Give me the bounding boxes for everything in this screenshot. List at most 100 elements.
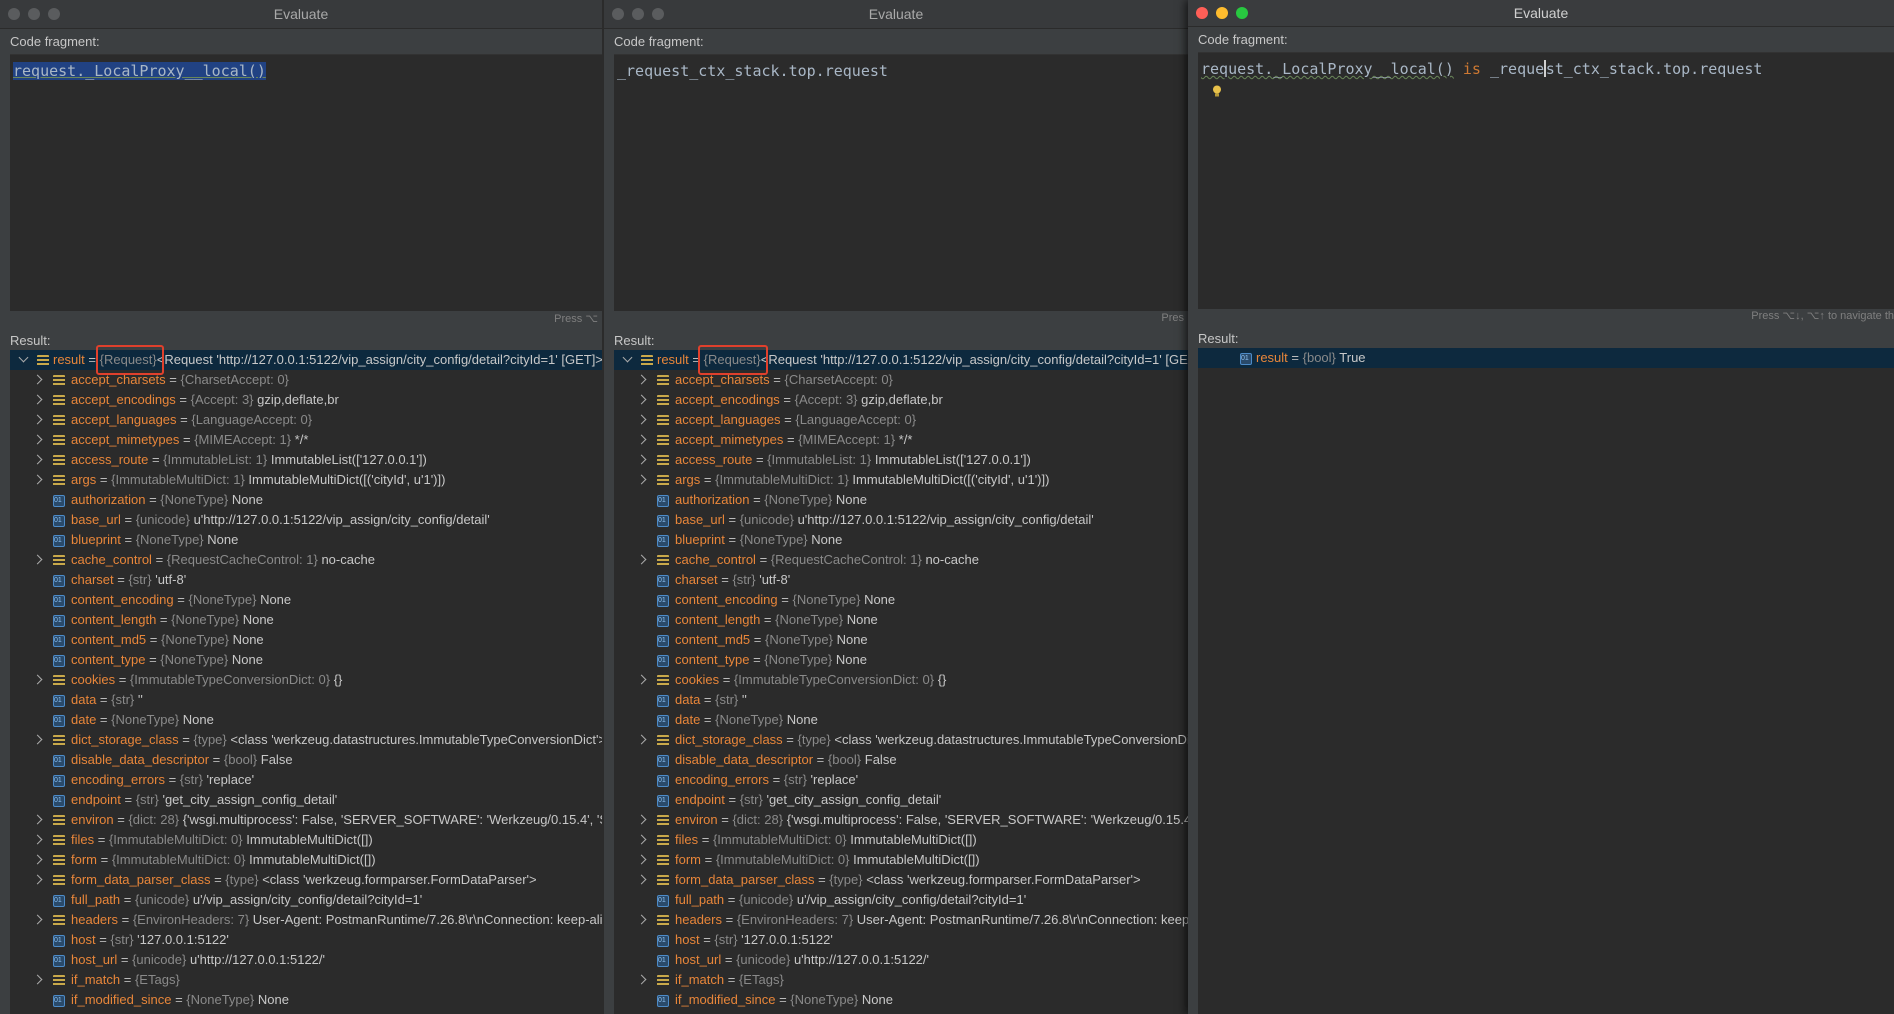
tree-row[interactable]: content_md5 = {NoneType} None — [614, 630, 1188, 651]
expand-arrow-icon[interactable] — [636, 434, 647, 445]
code-editor[interactable]: _request_ctx_stack.top.request — [614, 54, 1188, 311]
tree-row[interactable]: environ = {dict: 28} {'wsgi.multiprocess… — [10, 810, 602, 830]
tree-row[interactable]: date = {NoneType} None — [10, 710, 602, 731]
tree-row[interactable]: form = {ImmutableMultiDict: 0} Immutable… — [10, 850, 602, 870]
tree-row[interactable]: content_length = {NoneType} None — [10, 610, 602, 631]
tree-row[interactable]: host_url = {unicode} u'http://127.0.0.1:… — [614, 950, 1188, 971]
expand-arrow-icon[interactable] — [32, 834, 43, 845]
tree-row[interactable]: content_encoding = {NoneType} None — [614, 590, 1188, 611]
tree-row[interactable]: cookies = {ImmutableTypeConversionDict: … — [614, 670, 1188, 690]
tree-row[interactable]: files = {ImmutableMultiDict: 0} Immutabl… — [614, 830, 1188, 850]
expand-arrow-icon[interactable] — [32, 434, 43, 445]
expand-arrow-icon[interactable] — [32, 734, 43, 745]
tree-row[interactable]: base_url = {unicode} u'http://127.0.0.1:… — [10, 510, 602, 531]
tree-row[interactable]: endpoint = {str} 'get_city_assign_config… — [10, 790, 602, 811]
expand-arrow-icon[interactable] — [636, 854, 647, 865]
tree-row[interactable]: charset = {str} 'utf-8' — [614, 570, 1188, 591]
tree-row[interactable]: host = {str} '127.0.0.1:5122' — [614, 930, 1188, 951]
tree-row[interactable]: dict_storage_class = {type} <class 'werk… — [10, 730, 602, 750]
tree-row[interactable]: environ = {dict: 28} {'wsgi.multiprocess… — [614, 810, 1188, 830]
expand-arrow-icon[interactable] — [32, 474, 43, 485]
tree-row[interactable]: encoding_errors = {str} 'replace' — [10, 770, 602, 791]
tree-row[interactable]: charset = {str} 'utf-8' — [10, 570, 602, 591]
expand-arrow-icon[interactable] — [32, 554, 43, 565]
primitive-icon — [53, 511, 65, 531]
expand-arrow-icon[interactable] — [636, 834, 647, 845]
tree-row[interactable]: accept_encodings = {Accept: 3} gzip,defl… — [10, 390, 602, 410]
expand-arrow-icon[interactable] — [636, 974, 647, 985]
tree-row[interactable]: disable_data_descriptor = {bool} False — [10, 750, 602, 771]
tree-row[interactable]: files = {ImmutableMultiDict: 0} Immutabl… — [10, 830, 602, 850]
tree-row[interactable]: cookies = {ImmutableTypeConversionDict: … — [10, 670, 602, 690]
tree-row[interactable]: endpoint = {str} 'get_city_assign_config… — [614, 790, 1188, 811]
code-editor[interactable]: request._LocalProxy__local() — [10, 54, 602, 311]
expand-arrow-icon[interactable] — [636, 374, 647, 385]
expand-arrow-icon[interactable] — [636, 874, 647, 885]
tree-row[interactable]: if_modified_since = {NoneType} None — [614, 990, 1188, 1011]
tree-row[interactable]: authorization = {NoneType} None — [614, 490, 1188, 511]
expand-arrow-icon[interactable] — [32, 674, 43, 685]
tree-row[interactable]: data = {str} '' — [614, 690, 1188, 711]
expand-arrow-icon[interactable] — [636, 814, 647, 825]
expand-arrow-icon[interactable] — [636, 734, 647, 745]
collapse-arrow-icon[interactable] — [622, 352, 633, 363]
result-row[interactable]: result = {bool} True — [1198, 348, 1894, 369]
tree-row[interactable]: authorization = {NoneType} None — [10, 490, 602, 511]
expand-arrow-icon[interactable] — [32, 914, 43, 925]
expand-arrow-icon[interactable] — [32, 414, 43, 425]
expand-arrow-icon[interactable] — [636, 554, 647, 565]
tree-row[interactable]: content_md5 = {NoneType} None — [10, 630, 602, 651]
tree-row[interactable]: cache_control = {RequestCacheControl: 1}… — [614, 550, 1188, 570]
expand-arrow-icon[interactable] — [32, 874, 43, 885]
tree-row[interactable]: disable_data_descriptor = {bool} False — [614, 750, 1188, 771]
tree-row[interactable]: access_route = {ImmutableList: 1} Immuta… — [614, 450, 1188, 470]
tree-row[interactable]: content_encoding = {NoneType} None — [10, 590, 602, 611]
tree-row[interactable]: form = {ImmutableMultiDict: 0} Immutable… — [614, 850, 1188, 870]
expand-arrow-icon[interactable] — [636, 454, 647, 465]
tree-row[interactable]: full_path = {unicode} u'/vip_assign/city… — [10, 890, 602, 911]
tree-row[interactable]: blueprint = {NoneType} None — [614, 530, 1188, 551]
expand-arrow-icon[interactable] — [32, 454, 43, 465]
tree-row[interactable]: accept_mimetypes = {MIMEAccept: 1} */* — [614, 430, 1188, 450]
tree-row[interactable]: host_url = {unicode} u'http://127.0.0.1:… — [10, 950, 602, 971]
tree-row[interactable]: encoding_errors = {str} 'replace' — [614, 770, 1188, 791]
tree-row[interactable]: accept_languages = {LanguageAccept: 0} — [10, 410, 602, 430]
tree-row[interactable]: headers = {EnvironHeaders: 7} User-Agent… — [10, 910, 602, 930]
lightbulb-icon[interactable] — [1212, 85, 1222, 97]
tree-row[interactable]: accept_mimetypes = {MIMEAccept: 1} */* — [10, 430, 602, 450]
tree-row[interactable]: content_length = {NoneType} None — [614, 610, 1188, 631]
tree-row[interactable]: if_match = {ETags} — [10, 970, 602, 990]
tree-row[interactable]: full_path = {unicode} u'/vip_assign/city… — [614, 890, 1188, 911]
tree-row[interactable]: form_data_parser_class = {type} <class '… — [10, 870, 602, 890]
expand-arrow-icon[interactable] — [32, 394, 43, 405]
tree-row[interactable]: headers = {EnvironHeaders: 7} User-Agent… — [614, 910, 1188, 930]
tree-row[interactable]: access_route = {ImmutableList: 1} Immuta… — [10, 450, 602, 470]
tree-row[interactable]: accept_languages = {LanguageAccept: 0} — [614, 410, 1188, 430]
expand-arrow-icon[interactable] — [636, 414, 647, 425]
tree-row[interactable]: args = {ImmutableMultiDict: 1} Immutable… — [10, 470, 602, 490]
collapse-arrow-icon[interactable] — [18, 352, 29, 363]
expand-arrow-icon[interactable] — [636, 394, 647, 405]
expand-arrow-icon[interactable] — [32, 854, 43, 865]
tree-row[interactable]: blueprint = {NoneType} None — [10, 530, 602, 551]
expand-arrow-icon[interactable] — [636, 474, 647, 485]
tree-row[interactable]: if_match = {ETags} — [614, 970, 1188, 990]
expand-arrow-icon[interactable] — [32, 814, 43, 825]
expand-arrow-icon[interactable] — [636, 914, 647, 925]
tree-row[interactable]: content_type = {NoneType} None — [10, 650, 602, 671]
code-editor[interactable]: request._LocalProxy__local() is _reque st… — [1198, 52, 1894, 309]
tree-row[interactable]: base_url = {unicode} u'http://127.0.0.1:… — [614, 510, 1188, 531]
expand-arrow-icon[interactable] — [636, 674, 647, 685]
tree-row[interactable]: dict_storage_class = {type} <class 'werk… — [614, 730, 1188, 750]
tree-row[interactable]: data = {str} '' — [10, 690, 602, 711]
tree-row[interactable]: form_data_parser_class = {type} <class '… — [614, 870, 1188, 890]
tree-row[interactable]: cache_control = {RequestCacheControl: 1}… — [10, 550, 602, 570]
tree-row[interactable]: content_type = {NoneType} None — [614, 650, 1188, 671]
tree-row[interactable]: args = {ImmutableMultiDict: 1} Immutable… — [614, 470, 1188, 490]
tree-row[interactable]: if_modified_since = {NoneType} None — [10, 990, 602, 1011]
tree-row[interactable]: accept_encodings = {Accept: 3} gzip,defl… — [614, 390, 1188, 410]
tree-row[interactable]: date = {NoneType} None — [614, 710, 1188, 731]
expand-arrow-icon[interactable] — [32, 974, 43, 985]
expand-arrow-icon[interactable] — [32, 374, 43, 385]
tree-row[interactable]: host = {str} '127.0.0.1:5122' — [10, 930, 602, 951]
